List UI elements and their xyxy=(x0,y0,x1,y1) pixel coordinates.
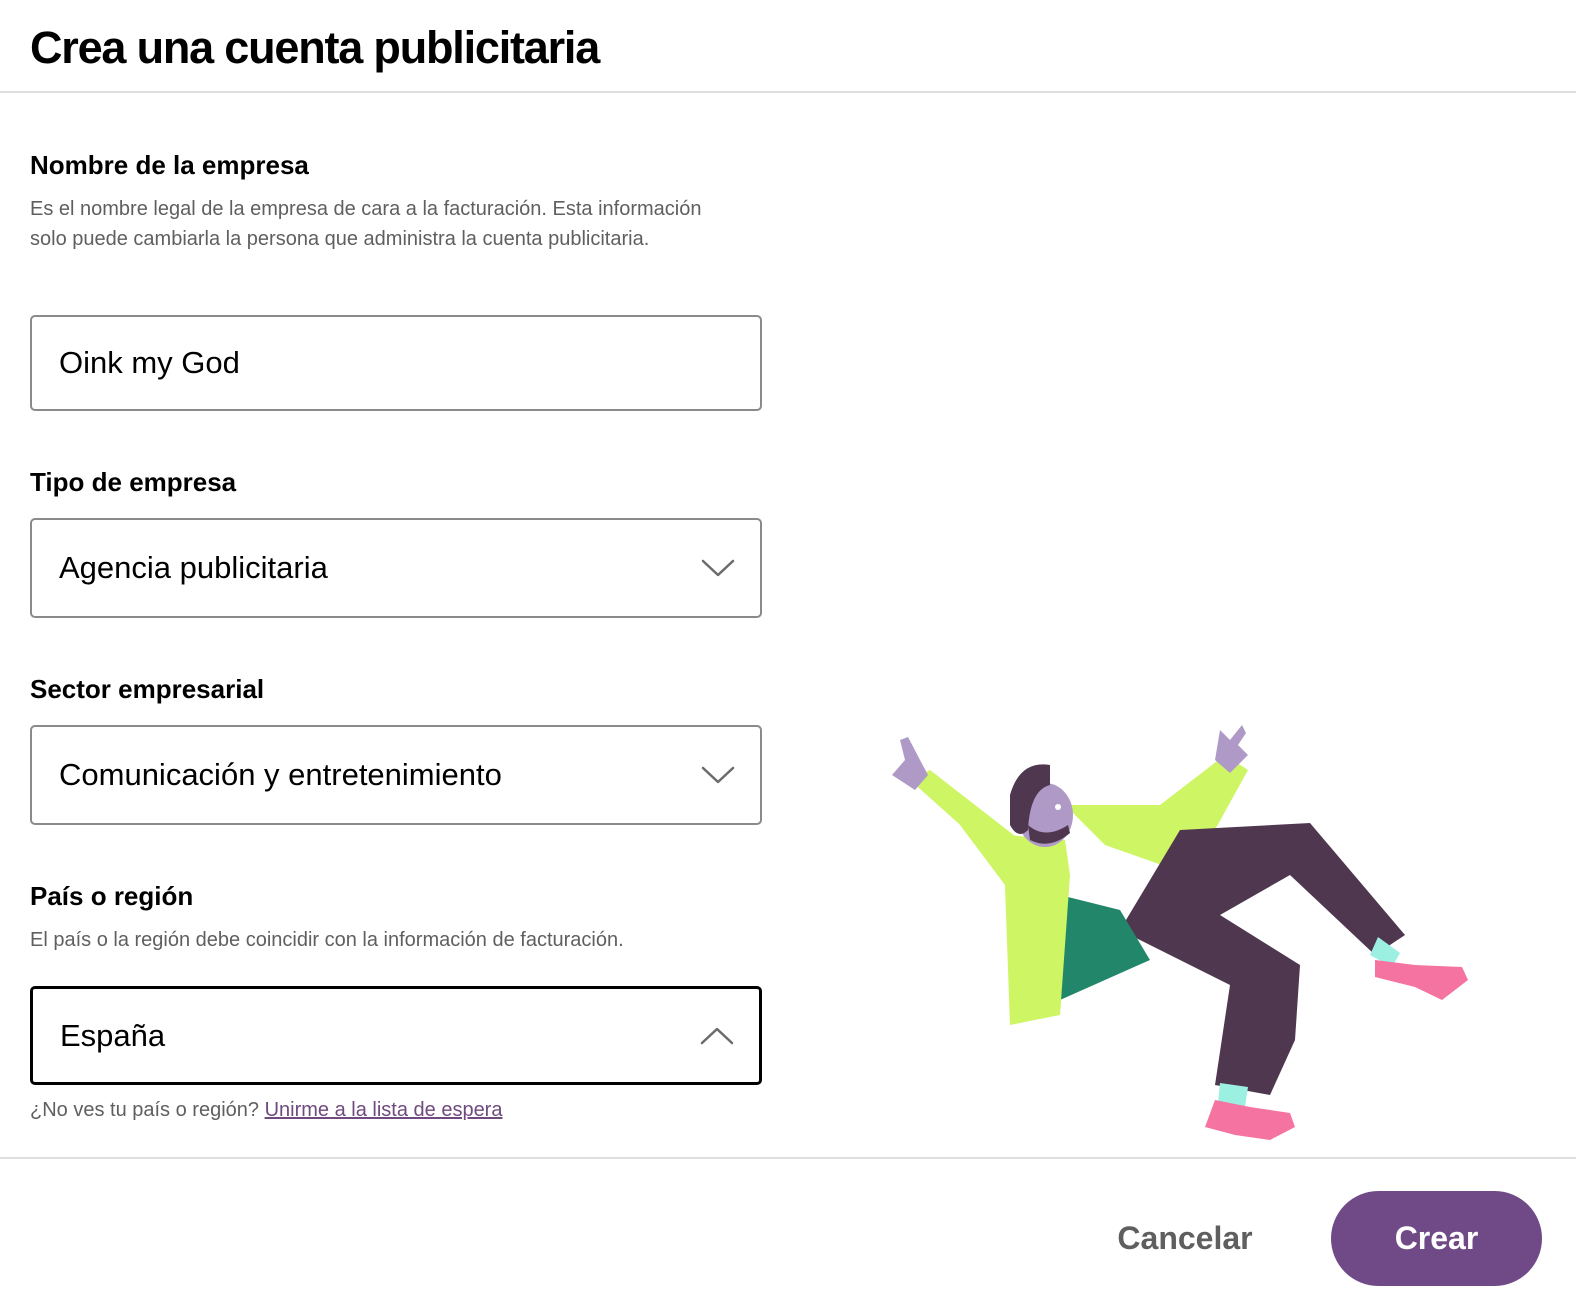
company-name-help: Es el nombre legal de la empresa de cara… xyxy=(30,198,702,250)
company-type-label: Tipo de empresa xyxy=(30,467,237,497)
chevron-up-icon xyxy=(700,1027,734,1044)
industry-label: Sector empresarial xyxy=(30,674,265,704)
waitlist-prompt: ¿No ves tu país o región? xyxy=(30,1099,260,1121)
country-label: País o región xyxy=(30,881,194,911)
page-title: Crea una cuenta publicitaria xyxy=(30,22,600,73)
company-type-value: Agencia publicitaria xyxy=(59,550,328,585)
dancing-person-illustration xyxy=(892,725,1468,1140)
country-value: España xyxy=(60,1017,166,1053)
company-name-label: Nombre de la empresa xyxy=(30,150,309,180)
company-name-field[interactable] xyxy=(30,315,762,411)
dialog-header: Crea una cuenta publicitaria xyxy=(0,0,1576,93)
country-help: El país o la región debe coincidir con l… xyxy=(30,929,624,951)
waitlist-link[interactable]: Unirme a la lista de espera xyxy=(265,1099,503,1121)
cancel-button[interactable]: Cancelar xyxy=(1100,1205,1270,1271)
company-type-select[interactable]: Agencia publicitaria xyxy=(30,518,762,618)
country-select[interactable]: España xyxy=(30,986,762,1085)
industry-select[interactable]: Comunicación y entretenimiento xyxy=(30,725,762,825)
industry-value: Comunicación y entretenimiento xyxy=(59,757,502,792)
chevron-down-icon xyxy=(701,766,735,784)
company-name-input[interactable] xyxy=(59,345,719,381)
create-button[interactable]: Crear xyxy=(1331,1191,1542,1286)
waitlist-note: ¿No ves tu país o región? Unirme a la li… xyxy=(30,1096,502,1124)
chevron-down-icon xyxy=(701,559,735,577)
